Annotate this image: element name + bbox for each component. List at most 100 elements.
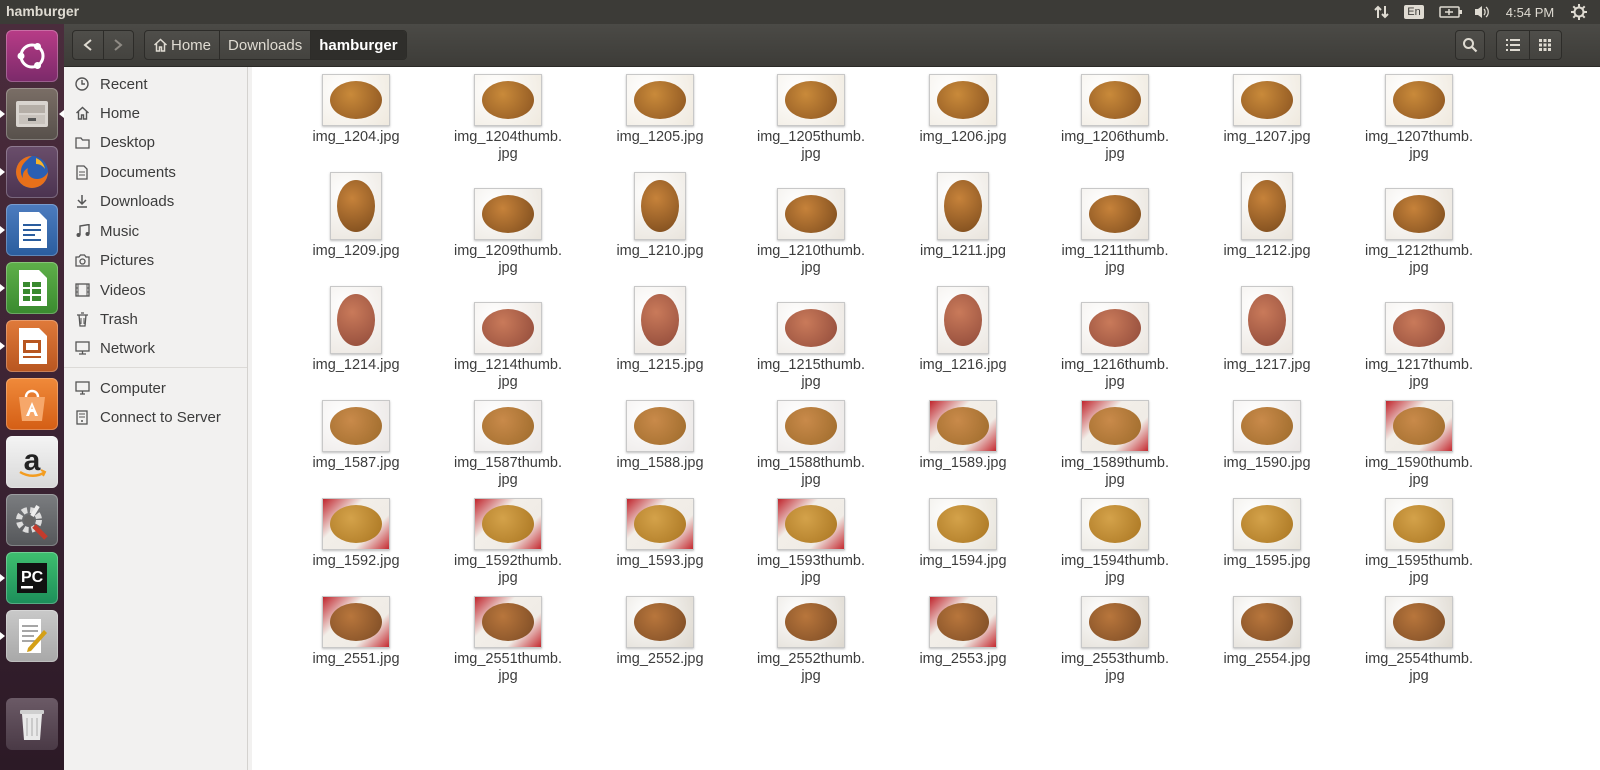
file-item[interactable]: img_1217thumb. jpg (1343, 286, 1495, 391)
sidebar-item-pictures[interactable]: Pictures (64, 246, 247, 274)
file-item[interactable]: img_1590.jpg (1191, 400, 1343, 472)
pycharm-icon[interactable]: PC (0, 552, 58, 604)
trash-icon[interactable] (6, 698, 58, 750)
file-item[interactable]: img_1589.jpg (887, 400, 1039, 472)
file-item[interactable]: img_1590thumb. jpg (1343, 400, 1495, 489)
file-item[interactable]: img_1211thumb. jpg (1039, 172, 1191, 277)
file-item[interactable]: img_1211.jpg (887, 172, 1039, 260)
file-item[interactable]: img_2554thumb. jpg (1343, 596, 1495, 685)
file-item[interactable]: img_1217.jpg (1191, 286, 1343, 374)
file-item[interactable]: img_1593.jpg (584, 498, 736, 570)
burger-photo (937, 407, 989, 445)
file-item[interactable]: img_2552.jpg (584, 596, 736, 668)
file-item[interactable]: img_2554.jpg (1191, 596, 1343, 668)
file-item[interactable]: img_1205.jpg (584, 74, 736, 146)
back-button[interactable] (73, 31, 103, 59)
system-gear-icon[interactable] (1567, 0, 1591, 24)
sidebar-item-computer[interactable]: Computer (64, 374, 247, 402)
writer-icon[interactable] (0, 204, 58, 256)
file-item[interactable]: img_2551thumb. jpg (432, 596, 584, 685)
file-name: img_2553thumb. jpg (1060, 651, 1169, 684)
keyboard-layout-indicator[interactable]: En (1402, 0, 1426, 24)
file-item[interactable]: img_2553.jpg (887, 596, 1039, 668)
file-item[interactable]: img_1209.jpg (280, 172, 432, 260)
file-item[interactable]: img_1214.jpg (280, 286, 432, 374)
burger-photo (1393, 309, 1445, 347)
file-item[interactable]: img_1215.jpg (584, 286, 736, 374)
file-item[interactable]: img_2551.jpg (280, 596, 432, 668)
file-item[interactable]: img_1592thumb. jpg (432, 498, 584, 587)
file-item[interactable]: img_1215thumb. jpg (735, 286, 887, 391)
file-item[interactable]: img_1588.jpg (584, 400, 736, 472)
file-item[interactable]: img_1595thumb. jpg (1343, 498, 1495, 587)
list-view-button[interactable] (1497, 31, 1529, 59)
scrollbar[interactable] (1592, 67, 1600, 770)
file-item[interactable]: img_1214thumb. jpg (432, 286, 584, 391)
image-thumbnail (1081, 596, 1149, 648)
file-item[interactable]: img_1207thumb. jpg (1343, 74, 1495, 163)
firefox-icon[interactable] (0, 146, 58, 198)
file-item[interactable]: img_2553thumb. jpg (1039, 596, 1191, 685)
clock[interactable]: 4:54 PM (1500, 0, 1560, 24)
image-thumbnail (474, 188, 542, 240)
file-item[interactable]: img_1588thumb. jpg (735, 400, 887, 489)
file-item[interactable]: img_1206thumb. jpg (1039, 74, 1191, 163)
file-item[interactable]: img_1204thumb. jpg (432, 74, 584, 163)
ubuntu-dash-icon[interactable] (6, 30, 58, 82)
breadcrumb-hamburger[interactable]: hamburger (311, 31, 406, 59)
file-name: img_1590.jpg (1223, 455, 1311, 471)
file-item[interactable]: img_1594thumb. jpg (1039, 498, 1191, 587)
file-item[interactable]: img_1206.jpg (887, 74, 1039, 146)
forward-button[interactable] (102, 31, 134, 59)
sidebar-item-connect-to-server[interactable]: Connect to Server (64, 403, 247, 431)
file-name: img_1217thumb. jpg (1364, 357, 1473, 390)
file-item[interactable]: img_1594.jpg (887, 498, 1039, 570)
breadcrumb-downloads[interactable]: Downloads (220, 31, 312, 59)
breadcrumb-home[interactable]: Home (145, 31, 221, 59)
file-item[interactable]: img_1595.jpg (1191, 498, 1343, 570)
file-item[interactable]: img_2552thumb. jpg (735, 596, 887, 685)
burger-photo (634, 81, 686, 119)
sidebar-item-downloads[interactable]: Downloads (64, 187, 247, 215)
file-item[interactable]: img_1205thumb. jpg (735, 74, 887, 163)
sidebar-item-recent[interactable]: Recent (64, 70, 247, 98)
system-settings-icon[interactable] (6, 494, 58, 546)
file-item[interactable]: img_1216thumb. jpg (1039, 286, 1191, 391)
search-button[interactable] (1455, 30, 1485, 60)
file-item[interactable]: img_1207.jpg (1191, 74, 1343, 146)
file-item[interactable]: img_1592.jpg (280, 498, 432, 570)
image-thumbnail (1081, 400, 1149, 452)
file-item[interactable]: img_1212.jpg (1191, 172, 1343, 260)
sidebar-item-documents[interactable]: Documents (64, 158, 247, 186)
burger-photo (1248, 180, 1286, 232)
image-thumbnail (777, 596, 845, 648)
file-item[interactable]: img_1210thumb. jpg (735, 172, 887, 277)
file-item[interactable]: img_1204.jpg (280, 74, 432, 146)
grid-view-button[interactable] (1528, 31, 1562, 59)
network-indicator-icon[interactable] (1370, 0, 1394, 24)
files-icon[interactable] (0, 88, 64, 140)
file-item[interactable]: img_1587thumb. jpg (432, 400, 584, 489)
file-item[interactable]: img_1216.jpg (887, 286, 1039, 374)
sidebar-item-network[interactable]: Network (64, 334, 247, 362)
file-item[interactable]: img_1212thumb. jpg (1343, 172, 1495, 277)
file-item[interactable]: img_1589thumb. jpg (1039, 400, 1191, 489)
file-item[interactable]: img_1210.jpg (584, 172, 736, 260)
software-center-icon[interactable] (6, 378, 58, 430)
file-item[interactable]: img_1209thumb. jpg (432, 172, 584, 277)
image-thumbnail (929, 498, 997, 550)
amazon-icon[interactable]: a (6, 436, 58, 488)
sidebar-item-trash[interactable]: Trash (64, 305, 247, 333)
image-thumbnail (1233, 74, 1301, 126)
sidebar-item-desktop[interactable]: Desktop (64, 128, 247, 156)
calc-icon[interactable] (0, 262, 58, 314)
sidebar-item-videos[interactable]: Videos (64, 276, 247, 304)
text-editor-icon[interactable] (0, 610, 58, 662)
file-item[interactable]: img_1593thumb. jpg (735, 498, 887, 587)
volume-icon[interactable] (1470, 0, 1494, 24)
impress-icon[interactable] (0, 320, 58, 372)
file-item[interactable]: img_1587.jpg (280, 400, 432, 472)
sidebar-item-home[interactable]: Home (64, 99, 247, 127)
battery-icon[interactable] (1436, 0, 1466, 24)
sidebar-item-music[interactable]: Music (64, 217, 247, 245)
